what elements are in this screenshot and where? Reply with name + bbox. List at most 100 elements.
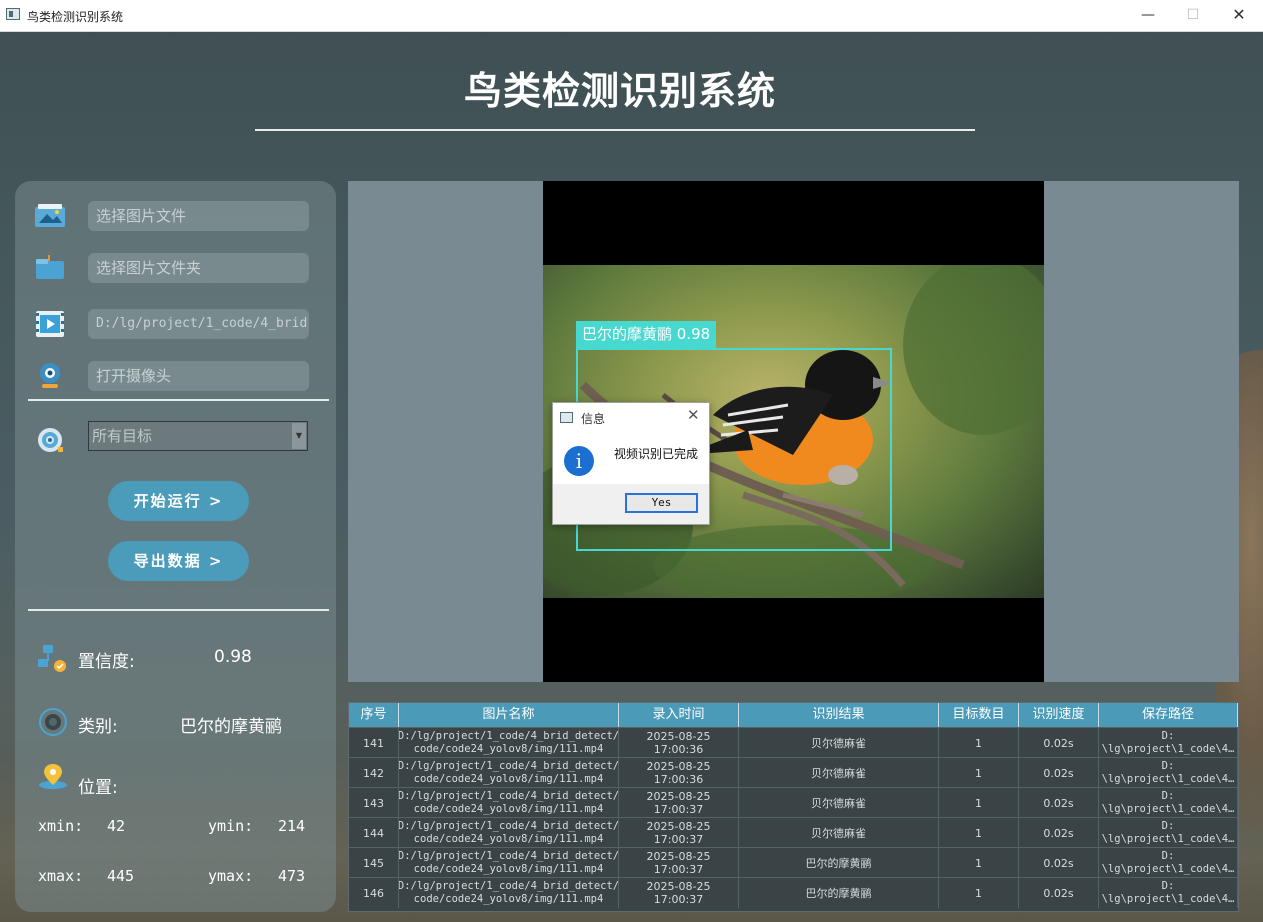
cell-count: 1 xyxy=(939,818,1019,848)
column-header-speed[interactable]: 识别速度 xyxy=(1019,703,1099,727)
class-icon xyxy=(39,708,67,736)
cell-count: 1 xyxy=(939,758,1019,788)
table-row[interactable]: 142 D:/lg/project/1_code/4_brid_detect/co… xyxy=(349,757,1238,788)
minimize-button[interactable]: — xyxy=(1125,0,1171,31)
table-header: 序号 图片名称 录入时间 识别结果 目标数目 识别速度 保存路径 xyxy=(349,703,1238,727)
cell-speed: 0.02s xyxy=(1019,878,1099,908)
class-label: 类别: xyxy=(78,717,118,737)
video-file-icon xyxy=(36,311,64,337)
confidence-value: 0.98 xyxy=(214,647,252,667)
panel-divider xyxy=(28,399,329,401)
target-select-value: 所有目标 xyxy=(92,427,153,445)
cell-image-name: D:/lg/project/1_code/4_brid_detect/code/… xyxy=(399,728,619,758)
image-folder-input[interactable]: 选择图片文件夹 xyxy=(88,253,309,283)
confidence-label: 置信度: xyxy=(78,652,135,672)
dialog-footer: Yes xyxy=(553,484,709,524)
image-viewer: 巴尔的摩黄鹂 0.98 xyxy=(348,181,1239,682)
image-file-input[interactable]: 选择图片文件 xyxy=(88,201,309,231)
target-icon xyxy=(38,428,63,452)
cell-time: 2025-08-25 17:00:36 xyxy=(619,758,739,788)
info-icon: i xyxy=(564,446,594,476)
cell-index: 146 xyxy=(349,878,399,908)
cell-save-path: D: \lg\project\1_code\4… xyxy=(1099,818,1238,848)
window-titlebar: 鸟类检测识别系统 — ☐ ✕ xyxy=(0,0,1263,32)
table-row[interactable]: 146 D:/lg/project/1_code/4_brid_detect/co… xyxy=(349,877,1238,908)
cell-count: 1 xyxy=(939,848,1019,878)
cell-image-name: D:/lg/project/1_code/4_brid_detect/code/… xyxy=(399,788,619,818)
camera-icon xyxy=(40,363,60,388)
cell-save-path: D: \lg\project\1_code\4… xyxy=(1099,878,1238,908)
ymin-value: 214 xyxy=(278,817,306,835)
xmax-value: 445 xyxy=(107,867,135,885)
cell-save-path: D: \lg\project\1_code\4… xyxy=(1099,788,1238,818)
position-label: 位置: xyxy=(78,778,118,798)
cell-index: 144 xyxy=(349,818,399,848)
cell-speed: 0.02s xyxy=(1019,788,1099,818)
table-row[interactable]: 141 D:/lg/project/1_code/4_brid_detect/co… xyxy=(349,727,1238,758)
column-header-result[interactable]: 识别结果 xyxy=(739,703,939,727)
cell-result: 巴尔的摩黄鹂 xyxy=(739,878,939,908)
cell-time: 2025-08-25 17:00:36 xyxy=(619,728,739,758)
cell-result: 贝尔德麻雀 xyxy=(739,818,939,848)
maximize-button[interactable]: ☐ xyxy=(1170,0,1216,31)
cell-index: 143 xyxy=(349,788,399,818)
cell-time: 2025-08-25 17:00:37 xyxy=(619,818,739,848)
page-title: 鸟类检测识别系统 xyxy=(463,69,776,113)
cell-count: 1 xyxy=(939,728,1019,758)
cell-speed: 0.02s xyxy=(1019,728,1099,758)
cell-result: 贝尔德麻雀 xyxy=(739,728,939,758)
chevron-down-icon[interactable]: ▼ xyxy=(292,423,306,449)
table-row[interactable]: 145 D:/lg/project/1_code/4_brid_detect/co… xyxy=(349,847,1238,878)
table-row[interactable]: 144 D:/lg/project/1_code/4_brid_detect/co… xyxy=(349,817,1238,848)
cell-image-name: D:/lg/project/1_code/4_brid_detect/code/… xyxy=(399,878,619,908)
camera-input[interactable]: 打开摄像头 xyxy=(88,361,309,391)
cell-image-name: D:/lg/project/1_code/4_brid_detect/code/… xyxy=(399,848,619,878)
cell-image-name: D:/lg/project/1_code/4_brid_detect/code/… xyxy=(399,818,619,848)
cell-save-path: D: \lg\project\1_code\4… xyxy=(1099,758,1238,788)
dialog-close-icon[interactable]: ✕ xyxy=(687,406,700,424)
cell-speed: 0.02s xyxy=(1019,758,1099,788)
cell-result: 巴尔的摩黄鹂 xyxy=(739,848,939,878)
table-row[interactable]: 143 D:/lg/project/1_code/4_brid_detect/co… xyxy=(349,787,1238,818)
dialog-title: 信息 xyxy=(581,412,606,426)
column-header-image-name[interactable]: 图片名称 xyxy=(399,703,619,727)
column-header-index[interactable]: 序号 xyxy=(349,703,399,727)
close-window-button[interactable]: ✕ xyxy=(1216,0,1262,31)
cell-index: 142 xyxy=(349,758,399,788)
dialog-app-icon xyxy=(560,412,573,423)
cell-save-path: D: \lg\project\1_code\4… xyxy=(1099,848,1238,878)
cell-result: 贝尔德麻雀 xyxy=(739,758,939,788)
xmax-label: xmax: xyxy=(38,867,84,885)
cell-save-path: D: \lg\project\1_code\4… xyxy=(1099,728,1238,758)
column-header-save-path[interactable]: 保存路径 xyxy=(1099,703,1238,727)
export-button[interactable]: 导出数据 > xyxy=(108,541,249,581)
window-title: 鸟类检测识别系统 xyxy=(27,10,124,24)
image-file-icon xyxy=(35,204,65,227)
yes-button[interactable]: Yes xyxy=(625,493,698,513)
class-value: 巴尔的摩黄鹂 xyxy=(180,717,282,737)
column-header-time[interactable]: 录入时间 xyxy=(619,703,739,727)
dialog-message: 视频识别已完成 xyxy=(614,447,699,461)
cell-image-name: D:/lg/project/1_code/4_brid_detect/code/… xyxy=(399,758,619,788)
confidence-icon xyxy=(38,645,66,672)
cell-count: 1 xyxy=(939,878,1019,908)
folder-icon xyxy=(36,255,64,279)
title-underline xyxy=(255,129,975,131)
start-button[interactable]: 开始运行 > xyxy=(108,481,249,521)
video-file-input[interactable]: D:/lg/project/1_code/4_brid xyxy=(88,309,309,339)
xmin-label: xmin: xyxy=(38,817,84,835)
cell-time: 2025-08-25 17:00:37 xyxy=(619,878,739,908)
target-select[interactable]: 所有目标 ▼ xyxy=(88,421,308,451)
cell-speed: 0.02s xyxy=(1019,818,1099,848)
app-icon xyxy=(6,8,20,20)
column-header-count[interactable]: 目标数目 xyxy=(939,703,1019,727)
ymax-value: 473 xyxy=(278,867,306,885)
dialog-header: 信息 ✕ xyxy=(553,403,709,431)
xmin-value: 42 xyxy=(107,817,126,835)
cell-count: 1 xyxy=(939,788,1019,818)
panel-divider xyxy=(28,609,329,611)
cell-time: 2025-08-25 17:00:37 xyxy=(619,848,739,878)
detection-label: 巴尔的摩黄鹂 0.98 xyxy=(576,321,717,348)
cell-time: 2025-08-25 17:00:37 xyxy=(619,788,739,818)
location-pin-icon xyxy=(39,764,67,789)
